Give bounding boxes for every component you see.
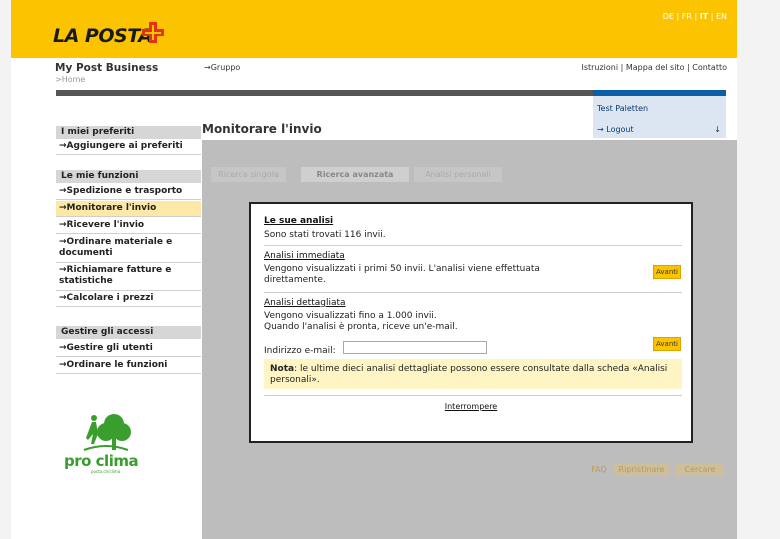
sidebar-item-users[interactable]: →Gestire gli utenti: [56, 341, 201, 357]
search-button[interactable]: Cercare: [676, 463, 724, 476]
analysis-dialog: Le sue analisi Sono stati trovati 116 in…: [249, 202, 693, 443]
sidebar-item-order-material[interactable]: →Ordinare materiale e documenti: [56, 235, 201, 263]
separator: [264, 245, 682, 246]
detailed-analysis-title: Analisi dettagliata: [264, 298, 346, 308]
sidebar-item-prices[interactable]: →Calcolare i prezzi: [56, 291, 201, 307]
separator: [264, 292, 682, 293]
faq-link[interactable]: FAQ: [589, 463, 609, 476]
reset-button[interactable]: Ripristinare: [614, 463, 669, 476]
tab-personal-analyses[interactable]: Analisi personali: [414, 167, 502, 182]
lang-en[interactable]: EN: [716, 12, 727, 21]
detailed-avanti-button[interactable]: Avanti: [653, 337, 681, 351]
note-text: : le ultime dieci analisi dettagliate po…: [270, 364, 668, 385]
favorites-heading: I miei preferiti: [56, 126, 201, 139]
language-switcher: DE | FR | IT | EN: [662, 12, 727, 21]
lang-de[interactable]: DE: [663, 12, 674, 21]
user-name: Test Paletten: [597, 104, 649, 113]
cancel-link[interactable]: Interrompere: [251, 402, 691, 411]
immediate-avanti-button[interactable]: Avanti: [653, 265, 681, 279]
lang-it[interactable]: IT: [700, 12, 708, 21]
page-title: Monitorare l'invio: [202, 122, 322, 136]
user-box: Test Paletten → Logout ↓: [593, 96, 726, 138]
sidebar-item-add-favorites[interactable]: →Aggiungere ai preferiti: [56, 139, 201, 155]
email-label: Indirizzo e-mail:: [264, 346, 336, 356]
page: LA POSTA DE | FR | IT | EN My Post Busin…: [11, 0, 737, 539]
note-label: Nota: [270, 364, 295, 374]
detailed-analysis-text-2: Quando l'analisi è pronta, riceve un'e-m…: [264, 322, 458, 332]
detailed-analysis-text-1: Vengono visualizzati fino a 1.000 invii.: [264, 311, 437, 321]
immediate-analysis-text-2: direttamente.: [264, 275, 326, 285]
sidebar-item-track[interactable]: →Monitorare l'invio: [56, 201, 201, 217]
divider-bar: [56, 90, 601, 96]
sidebar-item-shipping[interactable]: →Spedizione e trasporto: [56, 184, 201, 200]
note-box: Nota: le ultime dieci analisi dettagliat…: [264, 359, 682, 389]
pro-clima-logo[interactable]: pro clima: [64, 452, 139, 470]
header-bar: LA POSTA DE | FR | IT | EN: [11, 0, 737, 58]
separator: [264, 395, 682, 396]
pro-clima-url: posta.ch/clima: [91, 469, 121, 474]
sidebar-item-receive[interactable]: →Ricevere l'invio: [56, 218, 201, 234]
sidebar-item-order-functions[interactable]: →Ordinare le funzioni: [56, 358, 201, 374]
functions-heading: Le mie funzioni: [56, 170, 201, 183]
breadcrumb[interactable]: >Home: [55, 75, 85, 84]
lang-fr[interactable]: FR: [682, 12, 692, 21]
email-field[interactable]: [343, 341, 487, 354]
post-horn-icon: [142, 22, 164, 43]
sidebar-item-invoices[interactable]: →Richiamare fatture e statistiche: [56, 263, 201, 291]
business-title: My Post Business: [55, 62, 159, 74]
la-posta-logo[interactable]: LA POSTA: [53, 25, 153, 47]
arrow-down-icon[interactable]: ↓: [714, 125, 721, 134]
immediate-analysis-title: Analisi immediata: [264, 251, 345, 261]
immediate-analysis-text-1: Vengono visualizzati i primi 50 invii. L…: [264, 264, 540, 274]
logout-link[interactable]: → Logout: [597, 125, 634, 134]
tab-advanced-search[interactable]: Ricerca avanzata: [301, 167, 409, 182]
top-links[interactable]: Istruzioni | Mappa del sito | Contatto: [581, 63, 727, 72]
found-count-text: Sono stati trovati 116 invii.: [264, 230, 386, 240]
tab-single-search[interactable]: Ricerca singola: [211, 167, 286, 182]
group-link[interactable]: →Gruppo: [204, 63, 240, 72]
access-heading: Gestire gli accessi: [56, 326, 201, 339]
dialog-title: Le sue analisi: [264, 216, 334, 226]
